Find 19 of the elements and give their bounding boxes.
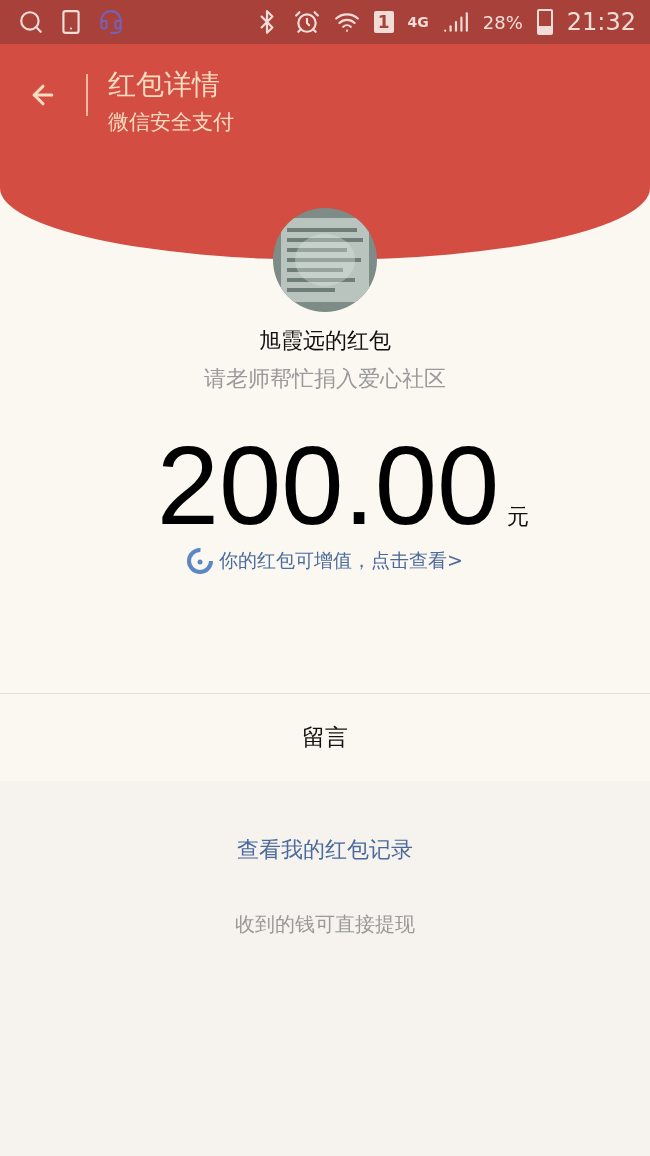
currency-unit: 元 [507, 503, 530, 531]
signal-icon [442, 9, 469, 35]
battery-icon [536, 9, 553, 35]
battery-percent: 28% [482, 11, 523, 33]
page-subtitle: 微信安全支付 [108, 109, 234, 136]
alarm-icon [293, 9, 320, 35]
amount: 200.00 [156, 430, 500, 542]
network-type: 4G [407, 14, 429, 30]
sim-icon: 1 [373, 11, 394, 33]
withdraw-note: 收到的钱可直接提现 [235, 911, 415, 938]
coin-icon [187, 548, 214, 574]
records-link[interactable]: 查看我的红包记录 [237, 835, 413, 865]
sender-title: 旭霞远的红包 [259, 327, 391, 355]
headset-icon [98, 9, 124, 35]
page-title: 红包详情 [108, 67, 221, 103]
clock: 21:32 [566, 8, 636, 36]
search-icon [18, 9, 44, 35]
upgrade-link[interactable]: 你的红包可增值，点击查看> [219, 548, 463, 574]
greeting-message: 请老师帮忙捐入爱心社区 [204, 365, 446, 393]
